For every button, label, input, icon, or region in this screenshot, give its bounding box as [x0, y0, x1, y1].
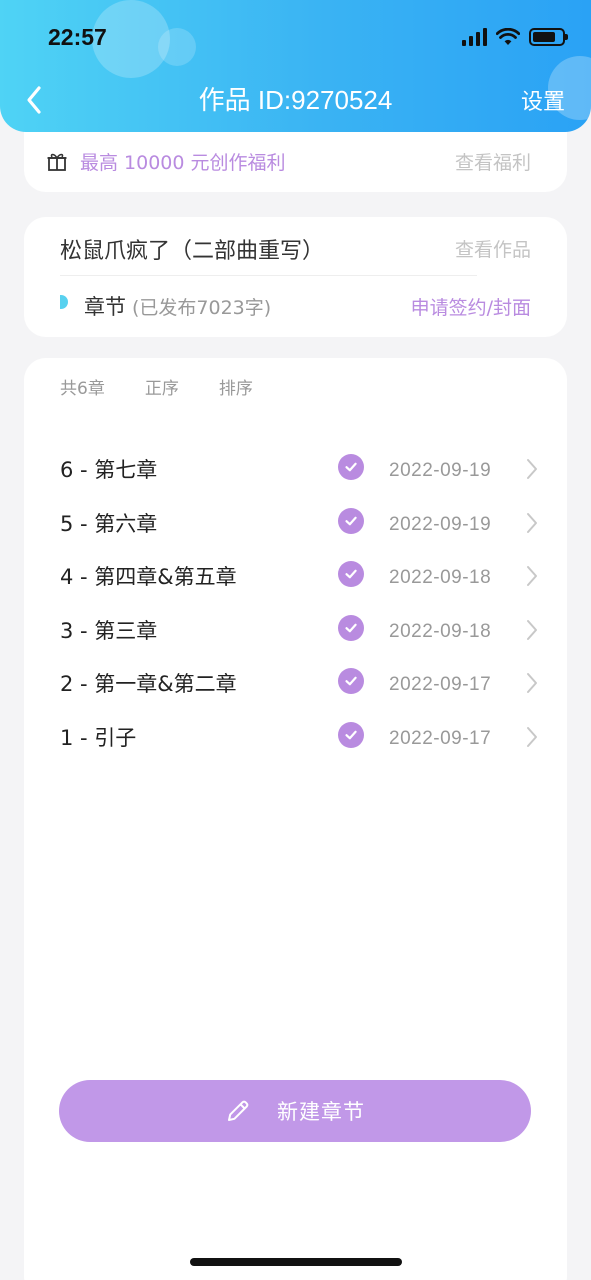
chapter-date: 2022-09-17 [389, 674, 492, 696]
chevron-right-icon [527, 727, 537, 747]
chapter-list-toolbar: 共6章 正序 排序 [60, 374, 253, 399]
header: 22:57 作品 ID:9270524 设置 [0, 0, 591, 132]
order-toggle[interactable]: 正序 [145, 374, 179, 399]
status-icons [462, 26, 568, 48]
published-word-count: (已发布7023字) [132, 297, 272, 319]
chapter-date: 2022-09-18 [389, 567, 492, 589]
work-card: 松鼠爪疯了（二部曲重写） 查看作品 章节 (已发布7023字) 申请签约/封面 [24, 217, 567, 337]
settings-button[interactable]: 设置 [521, 84, 565, 116]
chapter-date: 2022-09-19 [389, 513, 492, 535]
published-check-icon [338, 561, 364, 588]
sort-button[interactable]: 排序 [219, 374, 253, 399]
published-check-icon [338, 722, 364, 748]
battery-icon [529, 28, 568, 46]
view-benefits-link[interactable]: 查看福利 [455, 148, 531, 175]
decor-bubble [158, 28, 196, 66]
gift-icon [47, 153, 67, 171]
chapter-name: 5 - 第六章 [60, 511, 158, 536]
chapter-row[interactable]: 6 - 第七章 2022-09-19 [24, 444, 567, 498]
published-check-icon [338, 668, 364, 695]
chapter-marker [60, 295, 68, 309]
apply-contract-cover-link[interactable]: 申请签约/封面 [411, 293, 531, 320]
chapter-date: 2022-09-17 [389, 728, 492, 749]
chapter-name: 1 - 引子 [60, 726, 137, 750]
chapter-row[interactable]: 2 - 第一章&第二章 2022-09-17 [24, 658, 567, 712]
published-check-icon [338, 507, 364, 534]
chapter-list-card: 共6章 正序 排序 6 - 第七章 2022-09-19 5 - 第六章 2022-0… [24, 358, 567, 1280]
home-indicator [190, 1258, 402, 1266]
chevron-right-icon [527, 673, 537, 694]
view-work-link[interactable]: 查看作品 [455, 235, 531, 262]
chapter-name: 2 - 第一章&第二章 [60, 672, 237, 697]
chevron-right-icon [527, 512, 537, 533]
chapter-name: 3 - 第三章 [60, 618, 158, 643]
chapter-date: 2022-09-18 [389, 620, 492, 642]
published-check-icon [338, 454, 364, 480]
chapter-count: 共6章 [60, 379, 105, 399]
new-chapter-label: 新建章节 [277, 1100, 365, 1124]
benefit-text: 最高 10000 元创作福利 [80, 152, 286, 174]
status-time: 22:57 [48, 24, 107, 50]
chevron-right-icon [527, 459, 537, 479]
chapter-row[interactable]: 5 - 第六章 2022-09-19 [24, 498, 567, 552]
page: 22:57 作品 ID:9270524 设置 最高 10000 元创作福利 查看… [0, 0, 591, 1280]
chapter-name: 6 - 第七章 [60, 458, 158, 482]
chapter-section-label: 章节 (已发布7023字) [84, 291, 271, 321]
chapter-name: 4 - 第四章&第五章 [60, 565, 237, 590]
page-title: 作品 ID:9270524 [198, 85, 393, 115]
chapter-date: 2022-09-19 [389, 460, 492, 481]
work-title: 松鼠爪疯了（二部曲重写） [60, 239, 325, 264]
chapter-label: 章节 [84, 295, 126, 319]
chevron-right-icon [527, 566, 537, 587]
divider [60, 275, 477, 276]
chapter-row[interactable]: 3 - 第三章 2022-09-18 [24, 605, 567, 659]
new-chapter-button[interactable]: 新建章节 [59, 1080, 531, 1142]
wifi-icon [496, 28, 520, 45]
chapter-row[interactable]: 1 - 引子 2022-09-17 [24, 712, 567, 766]
cellular-signal-icon [462, 28, 487, 46]
chevron-right-icon [527, 619, 537, 640]
chapter-row[interactable]: 4 - 第四章&第五章 2022-09-18 [24, 551, 567, 605]
published-check-icon [338, 614, 364, 641]
pencil-icon [228, 1100, 249, 1121]
